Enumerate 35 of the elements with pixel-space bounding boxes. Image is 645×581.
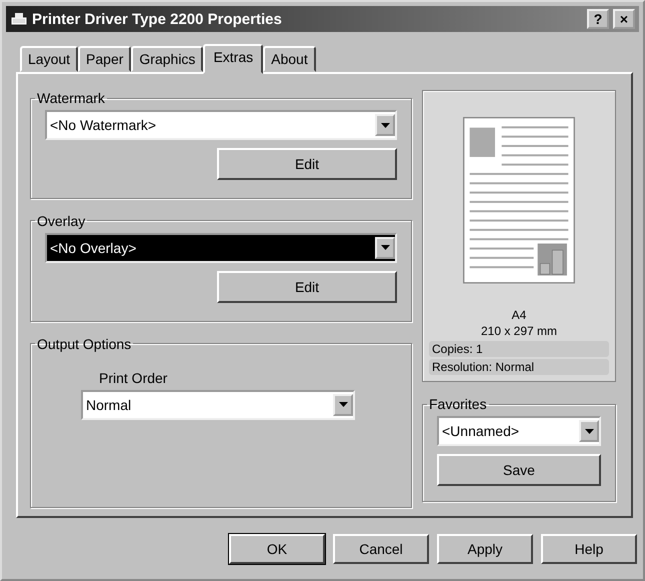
- dropdown-button[interactable]: [579, 420, 599, 442]
- group-title: Watermark: [36, 90, 106, 106]
- group-title: Favorites: [428, 396, 488, 412]
- save-button[interactable]: Save: [437, 454, 601, 486]
- close-button[interactable]: ×: [613, 9, 635, 29]
- paper-size: 210 x 297 mm: [480, 323, 558, 339]
- tab[interactable]: Layout: [20, 46, 78, 72]
- dropdown-button[interactable]: [333, 394, 353, 416]
- tab[interactable]: About: [263, 46, 316, 72]
- caret-icon: [380, 245, 390, 250]
- field-label: Print Order: [99, 370, 168, 386]
- dropdown-button[interactable]: [375, 114, 395, 136]
- edit-button[interactable]: Edit: [217, 270, 397, 303]
- help-button[interactable]: ?: [587, 9, 609, 29]
- group-title: Output Options: [36, 336, 132, 352]
- paper-name: A4: [512, 307, 526, 323]
- printer-icon: [10, 11, 28, 27]
- dialog-button[interactable]: Cancel: [333, 534, 429, 564]
- caret-icon: [338, 402, 348, 408]
- dropdown[interactable]: <Unnamed>: [437, 416, 601, 446]
- dropdown[interactable]: <No Watermark>: [45, 110, 397, 140]
- dropdown[interactable]: <No Overlay>: [45, 232, 397, 263]
- tab[interactable]: Extras: [203, 44, 264, 74]
- group-title: Overlay: [36, 212, 86, 229]
- tab[interactable]: Graphics: [131, 46, 204, 72]
- window-title: Printer Driver Type 2200 Properties: [32, 10, 283, 28]
- dropdown-button[interactable]: [375, 236, 395, 259]
- edit-button[interactable]: Edit: [217, 148, 397, 180]
- dropdown[interactable]: Normal: [81, 390, 355, 420]
- caret-icon: [380, 122, 390, 128]
- caret-icon: [584, 428, 594, 434]
- dialog-button[interactable]: OK: [229, 534, 325, 564]
- tab[interactable]: Paper: [78, 46, 132, 72]
- dialog-button[interactable]: Help: [541, 534, 637, 564]
- dialog-button[interactable]: Apply: [437, 534, 533, 564]
